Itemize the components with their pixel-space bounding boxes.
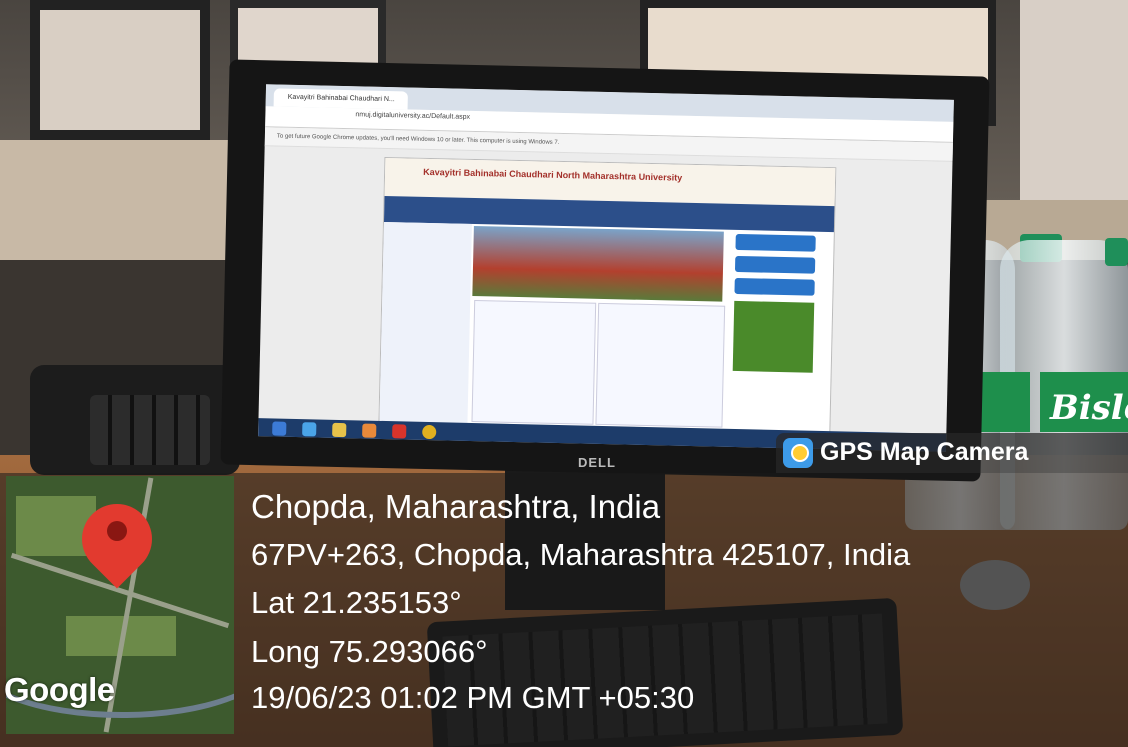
window — [1020, 0, 1128, 230]
ie-icon[interactable] — [302, 422, 317, 437]
gps-badge-label: GPS Map Camera — [820, 438, 1029, 466]
site-sidebar[interactable] — [379, 221, 472, 430]
latitude: Lat 21.235153° — [251, 585, 462, 620]
monitor-brand: DELL — [578, 455, 616, 470]
window — [30, 0, 210, 140]
gps-camera-icon-dot — [791, 444, 809, 462]
photo-scene: Bisler Kavayitri Bahinabai Chaudhari N..… — [0, 0, 1128, 747]
address: 67PV+263, Chopda, Maharashtra 425107, In… — [251, 537, 911, 572]
college-login-button[interactable] — [734, 277, 815, 296]
telephone-keypad — [90, 395, 210, 465]
app-promo[interactable] — [732, 300, 815, 373]
datetime: 19/06/23 01:02 PM GMT +05:30 — [251, 680, 695, 715]
start-icon[interactable] — [272, 421, 287, 436]
news-panel — [471, 300, 597, 425]
pdf-icon[interactable] — [392, 424, 407, 439]
longitude: Long 75.293066° — [251, 634, 488, 669]
student-login-button[interactable] — [734, 255, 816, 274]
map-pin-center — [107, 521, 127, 541]
map-attribution: Google — [4, 671, 115, 708]
folder-icon[interactable] — [332, 422, 347, 438]
university-website: Kavayitri Bahinabai Chaudhari North Maha… — [378, 156, 837, 440]
window-sill — [0, 140, 250, 260]
location-title: Chopda, Maharashtra, India — [251, 488, 661, 525]
site-banner — [472, 225, 724, 302]
application-forms-panel — [595, 302, 726, 428]
media-icon[interactable] — [362, 423, 377, 438]
monitor-screen: Kavayitri Bahinabai Chaudhari N... nmuj.… — [258, 84, 954, 452]
bottle-brand: Bisler — [1050, 388, 1128, 428]
bottle-cap — [1105, 238, 1128, 266]
university-login-button[interactable] — [735, 233, 816, 252]
